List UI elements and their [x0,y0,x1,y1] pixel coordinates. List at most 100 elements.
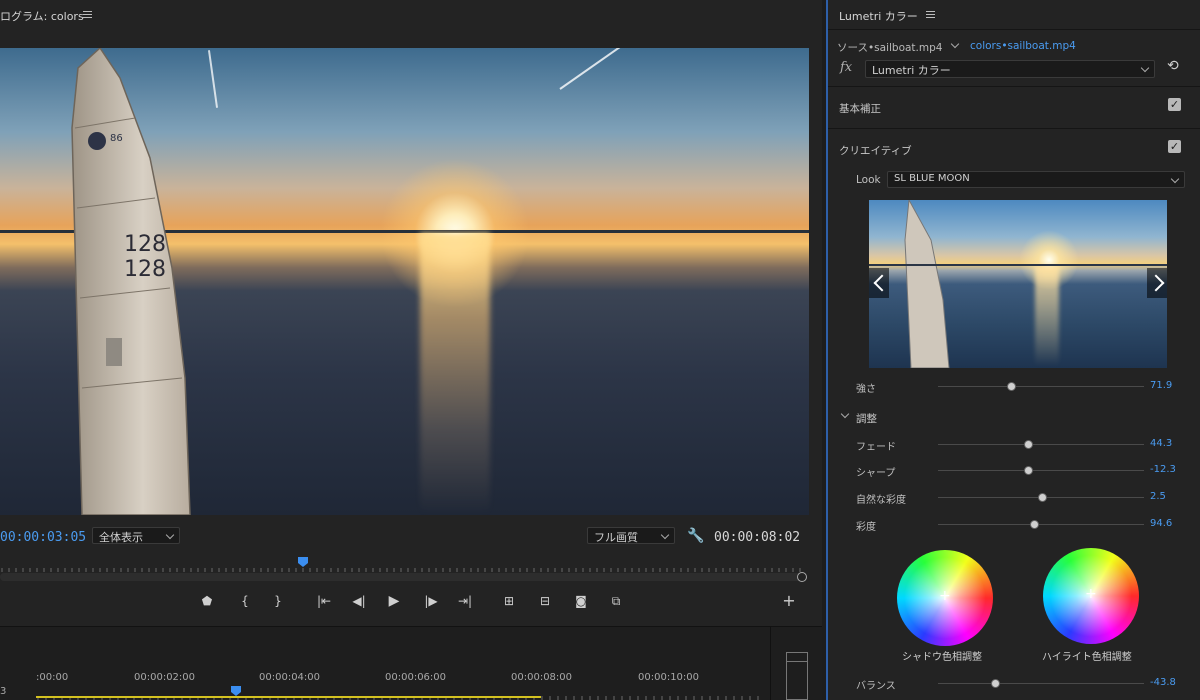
fx-icon: fx [840,60,853,75]
highlight-tint-wheel[interactable]: + [1043,548,1139,644]
chevron-down-icon[interactable] [950,39,960,49]
timeline-divider [770,626,771,700]
next-look-button[interactable] [1147,268,1167,298]
sail-image: 86 128 128 [71,48,191,515]
lumetri-panel-title[interactable]: Lumetri カラー [839,8,918,24]
button-editor-plus-icon[interactable]: + [780,592,798,610]
sharpen-slider[interactable] [938,466,1144,475]
intensity-value[interactable]: 71.9 [1150,380,1172,391]
look-label: Look [856,174,881,186]
preview-sail [869,200,1167,368]
go-to-in-icon[interactable]: |⇤ [315,592,333,610]
work-area-bar[interactable] [36,696,541,698]
lumetri-header: Lumetri カラー [828,0,1200,30]
vibrance-value[interactable]: 2.5 [1150,491,1166,502]
timeline-time-label: 00:00:02:00 [134,672,196,683]
look-select[interactable]: SL BLUE MOON [887,171,1185,188]
chevron-down-icon [165,530,175,540]
reset-icon[interactable]: ⟲ [1167,58,1179,74]
intensity-slider[interactable] [938,382,1144,391]
zoom-select[interactable]: 全体表示 [92,527,180,544]
quality-select[interactable]: フル画質 [587,527,675,544]
timeline-time-label: 00:00:10:00 [638,672,700,683]
play-icon[interactable]: ▶ [385,592,403,610]
lift-icon[interactable]: ⊞ [500,592,518,610]
program-monitor-panel: ログラム: colors 86 128 128 00:00:03:05 全体表示… [0,0,822,700]
video-frame[interactable]: 86 128 128 [0,48,809,515]
basic-correction-checkbox[interactable]: ✓ [1168,98,1181,111]
step-back-icon[interactable]: ◀| [350,592,368,610]
sail-emblem [88,132,106,150]
program-monitor-title[interactable]: ログラム: colors [0,8,84,24]
lumetri-color-panel: Lumetri カラー ソース•sailboat.mp4 colors•sail… [826,0,1200,700]
look-preview-thumbnail[interactable] [869,200,1167,368]
creative-label: クリエイティブ [839,145,912,157]
source-clip-tab[interactable]: ソース•sailboat.mp4 [837,40,942,55]
sharpen-value[interactable]: -12.3 [1150,464,1176,475]
program-monitor-header: ログラム: colors [0,0,822,28]
shadow-tint-wheel[interactable]: + [897,550,993,646]
fade-value[interactable]: 44.3 [1150,438,1172,449]
chevron-down-icon [660,530,670,540]
panel-menu-icon[interactable] [83,11,92,18]
extract-icon[interactable]: ⊟ [536,592,554,610]
saturation-label: 彩度 [856,522,876,533]
saturation-slider-knob[interactable] [1029,520,1039,529]
mark-out-icon[interactable]: } [269,592,287,610]
balance-slider-knob[interactable] [990,679,1000,688]
comparison-view-icon[interactable]: ⧉ [607,592,625,610]
current-timecode[interactable]: 00:00:03:05 [0,530,86,545]
chevron-down-icon [1170,174,1180,184]
mark-in-icon[interactable]: { [236,592,254,610]
fade-slider-knob[interactable] [1023,440,1033,449]
zoom-select-value: 全体表示 [99,531,143,544]
vibrance-label: 自然な彩度 [856,495,906,506]
fade-slider[interactable] [938,440,1144,449]
vibrance-slider-knob[interactable] [1038,493,1048,502]
chevron-down-icon [1140,63,1150,73]
basic-correction-section[interactable]: 基本補正 ✓ [828,86,1200,128]
go-to-out-icon[interactable]: ⇥| [456,592,474,610]
balance-value[interactable]: -43.8 [1150,677,1176,688]
saturation-slider[interactable] [938,520,1144,529]
quality-select-value: フル画質 [594,531,638,544]
vibrance-slider[interactable] [938,493,1144,502]
sharpen-slider-knob[interactable] [1023,466,1033,475]
shadow-tint-label: シャドウ色相調整 [902,652,982,663]
balance-label: バランス [856,681,896,692]
sequence-clip-tab[interactable]: colors•sailboat.mp4 [970,40,1076,52]
monitor-scrub-bar[interactable] [0,573,803,581]
timeline-panel [0,626,822,700]
saturation-value[interactable]: 94.6 [1150,518,1172,529]
effect-select-value: Lumetri カラー [872,64,951,77]
audio-meter [786,652,808,700]
sail-number-1: 128 [124,232,166,257]
zoom-scrollbar-handle[interactable] [797,572,807,582]
creative-checkbox[interactable]: ✓ [1168,140,1181,153]
timeline-time-label: 00:00:04:00 [259,672,321,683]
previous-look-button[interactable] [869,268,889,298]
sail-number-2: 128 [124,257,166,282]
sail-top-text: 86 [110,133,123,144]
panel-menu-icon[interactable] [926,11,935,18]
effect-select[interactable]: Lumetri カラー [865,60,1155,78]
basic-correction-label: 基本補正 [839,103,881,115]
step-forward-icon[interactable]: |▶ [422,592,440,610]
duration-timecode: 00:00:08:02 [714,530,801,545]
monitor-time-ruler[interactable] [0,558,805,572]
timeline-time-labels: :00:00 00:00:02:00 00:00:04:00 00:00:06:… [0,672,770,697]
highlight-tint-label: ハイライト色相調整 [1042,652,1132,663]
wheel-center-plus-icon[interactable]: + [939,588,951,604]
creative-section[interactable]: クリエイティブ ✓ [828,128,1200,164]
camera-icon[interactable]: ◙ [572,592,590,610]
sail-window [106,338,122,366]
adjust-section-label[interactable]: 調整 [856,411,877,426]
wrench-icon[interactable]: 🔧 [687,528,704,544]
intensity-slider-knob[interactable] [1007,382,1017,391]
add-marker-icon[interactable]: ⬟ [198,592,216,610]
chevron-down-icon[interactable] [840,409,850,419]
wheel-center-plus-icon[interactable]: + [1085,586,1097,602]
balance-slider[interactable] [938,679,1144,688]
timeline-ruler[interactable] [36,690,766,700]
fade-label: フェード [856,442,896,453]
